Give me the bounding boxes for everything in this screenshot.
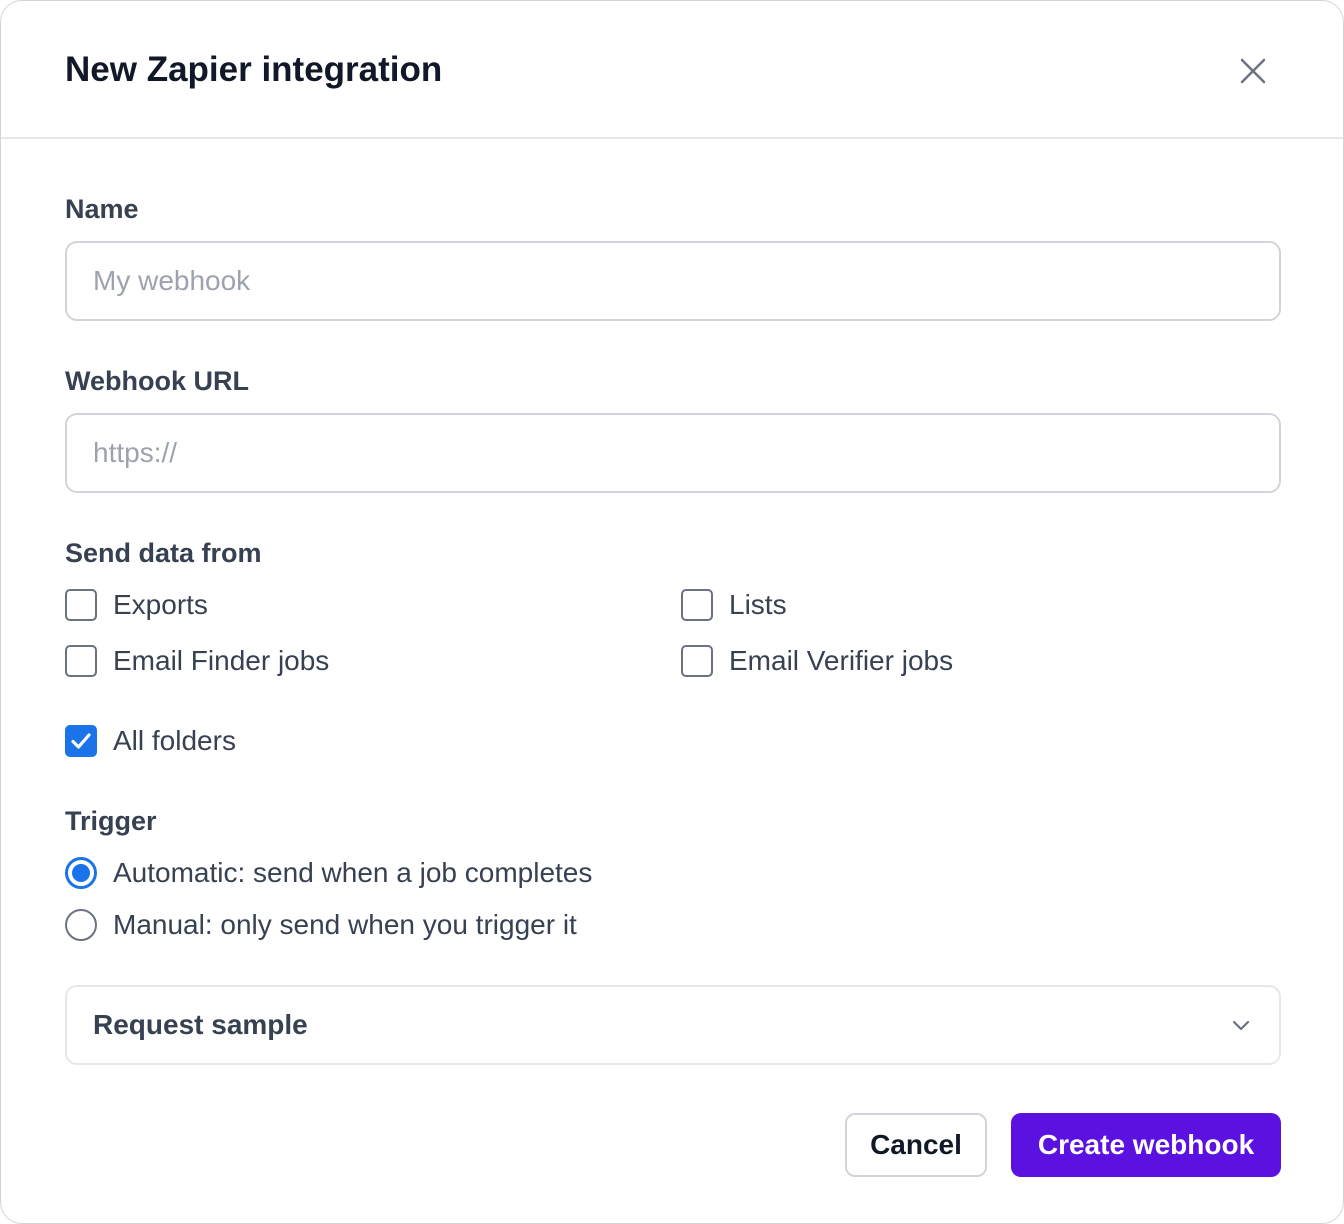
- exports-label: Exports: [113, 589, 208, 620]
- trigger-manual-label: Manual: only send when you trigger it: [113, 909, 577, 940]
- email-verifier-jobs-checkbox[interactable]: [681, 645, 713, 677]
- email-finder-jobs-checkbox[interactable]: [65, 645, 97, 677]
- email-verifier-jobs-label: Email Verifier jobs: [729, 645, 954, 676]
- exports-checkbox-option[interactable]: Exports: [65, 588, 208, 622]
- webhook-url-label: Webhook URL: [65, 366, 249, 396]
- dialog-title: New Zapier integration: [65, 50, 443, 89]
- request-sample-accordion[interactable]: Request sample: [65, 985, 1281, 1065]
- email-finder-jobs-checkbox-option[interactable]: Email Finder jobs: [65, 644, 329, 678]
- lists-checkbox-option[interactable]: Lists: [681, 588, 787, 622]
- checkmark-icon: [71, 733, 91, 749]
- trigger-manual-radio[interactable]: [65, 909, 97, 941]
- lists-checkbox[interactable]: [681, 589, 713, 621]
- close-button[interactable]: [1229, 47, 1277, 95]
- cancel-button[interactable]: Cancel: [845, 1113, 987, 1177]
- trigger-manual-option[interactable]: Manual: only send when you trigger it: [65, 908, 577, 942]
- trigger-automatic-radio[interactable]: [65, 857, 97, 889]
- create-webhook-button[interactable]: Create webhook: [1011, 1113, 1281, 1177]
- lists-label: Lists: [729, 589, 787, 620]
- request-sample-label: Request sample: [93, 1009, 308, 1040]
- trigger-label: Trigger: [65, 806, 157, 836]
- trigger-automatic-option[interactable]: Automatic: send when a job completes: [65, 856, 592, 890]
- exports-checkbox[interactable]: [65, 589, 97, 621]
- name-label: Name: [65, 194, 139, 224]
- all-folders-label: All folders: [113, 725, 236, 756]
- zapier-integration-dialog: New Zapier integration Name Webhook URL …: [0, 0, 1344, 1224]
- radio-selected-dot: [72, 864, 90, 882]
- webhook-url-input[interactable]: [65, 413, 1281, 493]
- name-input[interactable]: [65, 241, 1281, 321]
- all-folders-checkbox[interactable]: [65, 725, 97, 757]
- dialog-header: New Zapier integration: [1, 1, 1343, 139]
- trigger-automatic-label: Automatic: send when a job completes: [113, 857, 593, 888]
- chevron-down-icon: [1232, 1020, 1250, 1031]
- all-folders-checkbox-option[interactable]: All folders: [65, 724, 236, 758]
- close-icon: [1240, 58, 1266, 84]
- email-verifier-jobs-checkbox-option[interactable]: Email Verifier jobs: [681, 644, 953, 678]
- email-finder-jobs-label: Email Finder jobs: [113, 645, 330, 676]
- send-data-from-label: Send data from: [65, 538, 262, 568]
